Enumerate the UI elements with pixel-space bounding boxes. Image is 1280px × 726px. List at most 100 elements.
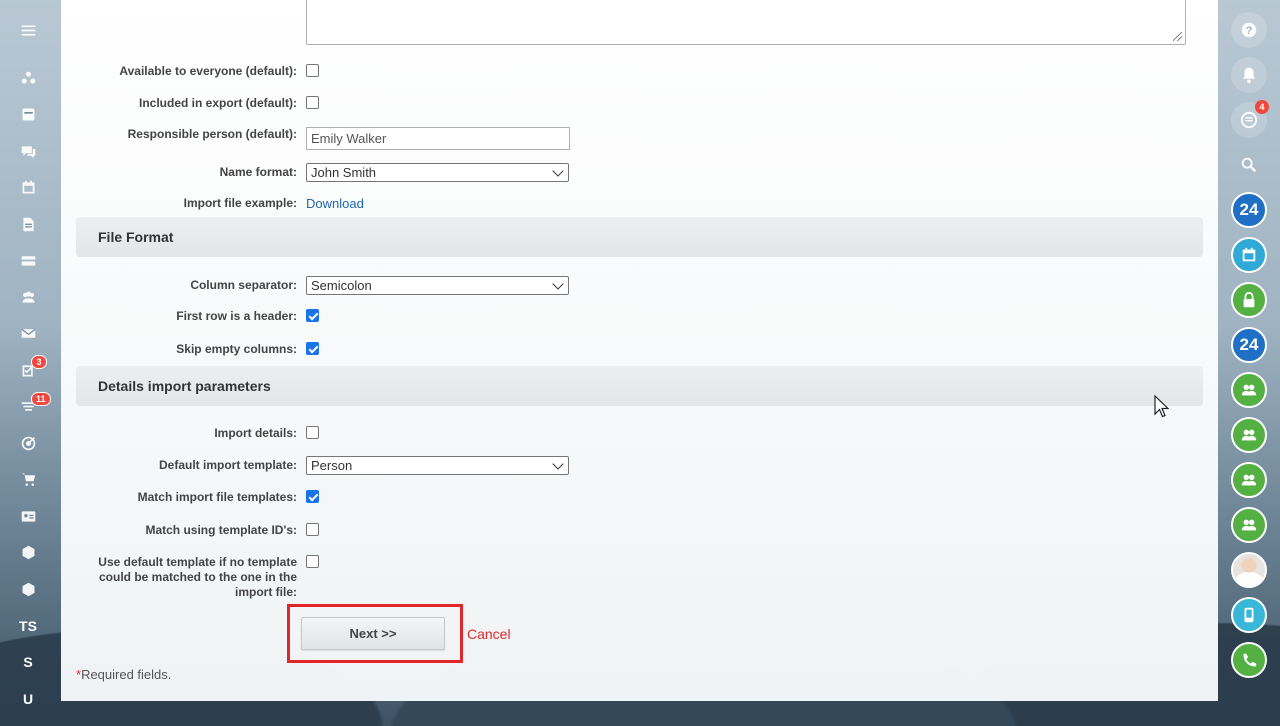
- sidebar-item-marketing[interactable]: [0, 425, 56, 462]
- sidebar-item-mail[interactable]: [0, 316, 56, 353]
- header-checkbox[interactable]: [306, 309, 319, 322]
- left-menu: 3 11 TS S U: [0, 0, 56, 726]
- sidebar-item-inventory[interactable]: [0, 535, 56, 572]
- export-checkbox[interactable]: [306, 96, 319, 109]
- sidebar-item-drive[interactable]: [0, 243, 56, 280]
- call-button[interactable]: [1231, 642, 1267, 678]
- use-default-row: [61, 552, 1218, 572]
- bell-icon: [1242, 67, 1256, 84]
- sidebar-item-ts[interactable]: TS: [0, 608, 56, 645]
- header-row: First row is a header:: [61, 306, 1218, 326]
- sidebar-item-groups[interactable]: [0, 279, 56, 316]
- responsible-row: Responsible person (default):: [61, 126, 1218, 150]
- match-ids-row: Match using template ID's:: [61, 520, 1218, 540]
- phone-icon: [1243, 653, 1257, 667]
- sidebar-item-calendar[interactable]: [0, 170, 56, 207]
- search-button[interactable]: [1231, 147, 1267, 183]
- sidebar-item-u[interactable]: U: [0, 681, 56, 718]
- import-example-row: Import file example: Download: [61, 193, 1218, 213]
- help-icon: ?: [1241, 22, 1257, 38]
- name-format-label: Name format:: [219, 165, 297, 179]
- sidebar-item-store[interactable]: [0, 571, 56, 608]
- export-row: Included in export (default):: [61, 93, 1218, 113]
- bitrix24-icon: 24: [1239, 335, 1259, 354]
- use-default-checkbox[interactable]: [306, 555, 319, 568]
- available-row: Available to everyone (default):: [61, 61, 1218, 81]
- resize-handle[interactable]: [1173, 32, 1182, 41]
- import-details-checkbox[interactable]: [306, 426, 319, 439]
- user-avatar[interactable]: [1231, 552, 1267, 588]
- sidebar-item-documents[interactable]: [0, 206, 56, 243]
- import-details-label: Import details:: [214, 426, 297, 440]
- svg-text:?: ?: [1246, 25, 1253, 37]
- crm-badge: 11: [31, 391, 51, 406]
- export-label: Included in export (default):: [139, 96, 297, 110]
- import-settings-panel: Available to everyone (default): Include…: [61, 0, 1218, 701]
- sidebar-item-tasks[interactable]: 3: [0, 352, 56, 389]
- cancel-link[interactable]: Cancel: [467, 626, 511, 642]
- responsible-input[interactable]: [306, 127, 570, 150]
- match-ids-label: Match using template ID's:: [145, 523, 297, 537]
- match-ids-checkbox[interactable]: [306, 523, 319, 536]
- document-icon: [22, 217, 34, 232]
- mouse-cursor-icon: [1154, 395, 1170, 418]
- sidebar-item-contact-center[interactable]: [0, 498, 56, 535]
- header-label: First row is a header:: [176, 309, 297, 323]
- calendar-icon: [22, 180, 34, 194]
- sidebar-item-s[interactable]: S: [0, 644, 56, 681]
- mobile-app-button[interactable]: [1231, 597, 1267, 633]
- group-chat-icon: [1241, 429, 1257, 441]
- sidebar-item-label: S: [23, 654, 33, 671]
- chevron-down-icon: [552, 457, 564, 470]
- separator-select[interactable]: Semicolon: [306, 275, 569, 295]
- sidebar-item-chat[interactable]: [0, 133, 56, 170]
- lock-icon: [1243, 291, 1255, 308]
- import-details-row: Import details:: [61, 423, 1218, 443]
- group-chat-button[interactable]: [1231, 417, 1267, 453]
- chevron-down-icon: [552, 277, 564, 290]
- separator-row: Column separator: Semicolon: [61, 275, 1218, 295]
- feed-icon: [22, 108, 34, 121]
- group-chat-button[interactable]: [1231, 462, 1267, 498]
- lock-chat-button[interactable]: [1231, 282, 1267, 318]
- group-chat-button[interactable]: [1231, 507, 1267, 543]
- match-templates-row: Match import file templates:: [61, 487, 1218, 507]
- default-template-select[interactable]: Person: [306, 455, 569, 475]
- available-checkbox[interactable]: [306, 64, 319, 77]
- contact-card-icon: [21, 511, 35, 522]
- bitrix24-icon: 24: [1239, 200, 1259, 219]
- menu-button[interactable]: [0, 0, 56, 60]
- sidebar-item-feed[interactable]: [0, 97, 56, 134]
- available-label: Available to everyone (default):: [119, 64, 297, 78]
- chevron-down-icon: [552, 164, 564, 177]
- skip-row: Skip empty columns:: [61, 339, 1218, 359]
- download-link[interactable]: Download: [306, 196, 364, 211]
- match-templates-label: Match import file templates:: [137, 490, 297, 504]
- next-button[interactable]: Next >>: [301, 617, 445, 650]
- help-button[interactable]: ?: [1231, 12, 1267, 48]
- comments-textarea[interactable]: [306, 0, 1186, 45]
- shop-icon: [21, 473, 35, 487]
- marketing-icon: [21, 436, 35, 451]
- group-chat-button[interactable]: [1231, 372, 1267, 408]
- activity-stream-icon: [21, 71, 35, 84]
- right-sidebar: ? 4 24 24: [1218, 0, 1280, 726]
- skip-label: Skip empty columns:: [176, 342, 297, 356]
- bitrix24-button[interactable]: 24: [1231, 192, 1267, 228]
- calendar-icon: [1242, 247, 1256, 262]
- sidebar-item-shop[interactable]: [0, 462, 56, 499]
- sidebar-item-crm[interactable]: 11: [0, 389, 56, 426]
- notifications-button[interactable]: [1231, 57, 1267, 93]
- skip-checkbox[interactable]: [306, 342, 319, 355]
- open-channels-icon: [1240, 111, 1258, 129]
- name-format-select[interactable]: John Smith: [306, 162, 569, 182]
- import-example-label: Import file example:: [183, 196, 297, 210]
- required-note: *Required fields.: [76, 667, 172, 682]
- bitrix24-button[interactable]: 24: [1231, 327, 1267, 363]
- open-channels-button[interactable]: 4: [1231, 100, 1269, 138]
- sidebar-item-activity-stream[interactable]: [0, 60, 56, 97]
- group-chat-icon: [1241, 384, 1257, 396]
- calendar-chat-button[interactable]: [1231, 237, 1267, 273]
- match-templates-checkbox[interactable]: [306, 490, 319, 503]
- sidebar-item-label: TS: [19, 617, 37, 634]
